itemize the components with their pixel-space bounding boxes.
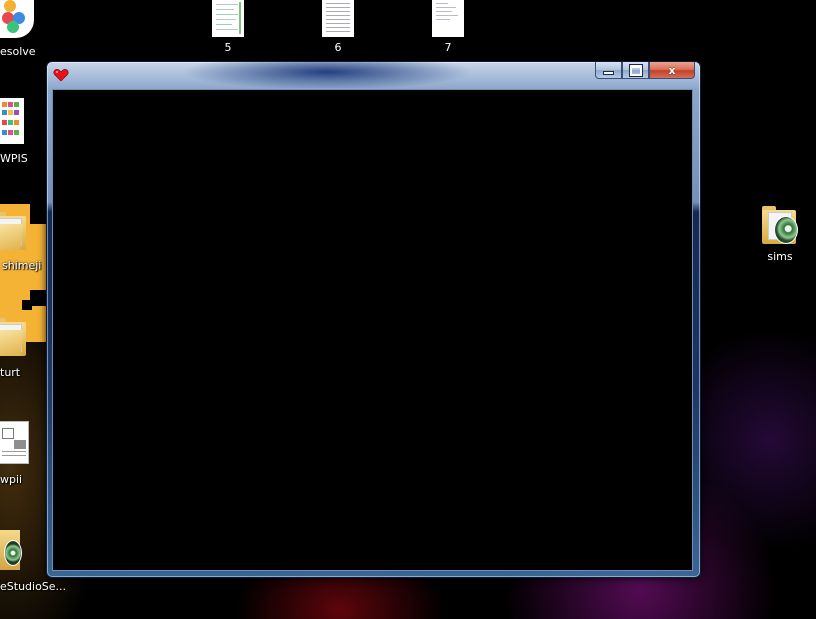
document-thumbnail-icon [212, 0, 244, 37]
minimize-icon [603, 71, 614, 75]
document-thumbnail-icon [432, 0, 464, 37]
desktop-icon-label: esolve [0, 45, 36, 58]
caption-buttons: x [595, 62, 695, 80]
desktop-icon-label: 6 [334, 41, 342, 54]
close-icon: x [668, 63, 676, 77]
desktop-wallpaper-pixel-art [30, 212, 46, 224]
desktop-icon-label: turt [0, 366, 21, 379]
window-titlebar[interactable] [177, 62, 477, 88]
desktop-icon-doc-5[interactable]: 5 [212, 0, 244, 54]
document-thumbnail-icon [322, 0, 354, 37]
window-client-area[interactable] [52, 89, 693, 571]
desktop-icon-label: sims [767, 250, 793, 263]
desktop-wallpaper-pixel-art [22, 300, 32, 310]
desktop-icon-sims[interactable]: sims [760, 206, 800, 263]
folder-icon [0, 212, 26, 250]
app-window[interactable]: x [46, 61, 701, 578]
red-heart-icon [53, 69, 69, 82]
minimize-button[interactable] [595, 62, 622, 79]
disc-folder-icon [762, 206, 798, 246]
disc-folder-icon [0, 530, 24, 570]
desktop-wallpaper-pixel-art [30, 290, 46, 306]
document-icon [0, 421, 29, 464]
folder-icon [0, 318, 26, 356]
maximize-icon [628, 63, 643, 77]
document-thumbnail-icon [0, 98, 24, 144]
desktop-icon-label: 7 [444, 41, 452, 54]
desktop-icon-label: wpii [0, 473, 23, 486]
desktop-icon-label: shimeji [2, 259, 42, 272]
desktop-icon-doc-7[interactable]: 7 [432, 0, 464, 54]
desktop-icon-label: WPIS [0, 152, 28, 165]
desktop-icon-label: 5 [224, 41, 232, 54]
desktop-icon-doc-6[interactable]: 6 [322, 0, 354, 54]
maximize-button[interactable] [622, 62, 649, 79]
desktop-icon-label: eStudioSe... [0, 580, 67, 593]
close-button[interactable]: x [649, 62, 695, 79]
davinci-resolve-icon [0, 0, 34, 38]
